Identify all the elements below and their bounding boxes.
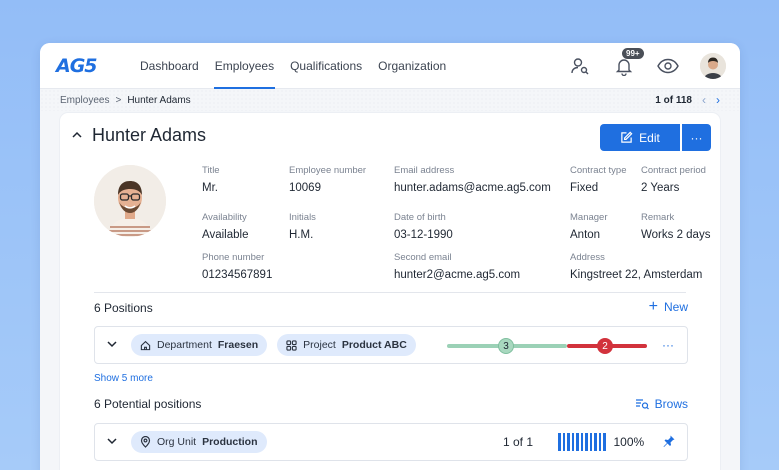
employee-header: Hunter Adams xyxy=(72,125,206,146)
nav-dashboard[interactable]: Dashboard xyxy=(132,43,207,89)
user-avatar[interactable] xyxy=(700,53,726,79)
qualified-count-badge: 3 xyxy=(498,338,514,354)
department-chip[interactable]: Department Fraesen xyxy=(131,334,268,356)
field-date-of-birth: Date of birth 03-12-1990 xyxy=(394,212,453,241)
breadcrumb-root[interactable]: Employees xyxy=(60,95,109,106)
field-contract-period: Contract period 2 Years xyxy=(641,165,706,194)
new-position-button[interactable]: + New xyxy=(648,298,688,315)
top-icons: 99+ xyxy=(568,43,726,89)
potential-positions-title: 6 Potential positions xyxy=(94,397,202,411)
collapse-chevron-icon[interactable] xyxy=(72,130,82,142)
field-title: Title Mr. xyxy=(202,165,220,194)
field-manager: Manager Anton xyxy=(570,212,608,241)
pager-next-icon[interactable]: › xyxy=(716,93,720,107)
top-navigation-bar: AG5 Dashboard Employees Qualifications O… xyxy=(40,43,740,89)
coverage-bars xyxy=(558,433,606,451)
section-divider xyxy=(94,292,686,293)
department-chip-label: Department xyxy=(157,339,212,351)
nav-organization[interactable]: Organization xyxy=(370,43,454,89)
field-address: Address Kingstreet 22, Amsterdam xyxy=(570,252,703,281)
main-nav: Dashboard Employees Qualifications Organ… xyxy=(132,43,454,89)
nav-employees[interactable]: Employees xyxy=(207,43,282,89)
eye-icon[interactable] xyxy=(656,54,680,78)
position-more-button[interactable]: ··· xyxy=(662,338,674,352)
record-pager: 1 of 118 ‹ › xyxy=(655,93,720,107)
field-employee-number: Employee number 10069 xyxy=(289,165,367,194)
department-chip-value: Fraesen xyxy=(217,339,259,351)
employee-card: Hunter Adams Edit ··· Title Mr. Employee… xyxy=(60,113,720,470)
app-logo[interactable]: AG5 xyxy=(56,55,116,77)
missing-count-badge: 2 xyxy=(597,338,613,354)
plus-icon: + xyxy=(648,298,658,315)
candidate-count: 1 of 1 xyxy=(503,435,534,449)
project-chip-label: Project xyxy=(303,339,336,351)
field-email: Email address hunter.adams@acme.ag5.com xyxy=(394,165,551,194)
field-remark: Remark Works 2 days xyxy=(641,212,711,241)
org-unit-chip-value: Production xyxy=(202,436,258,448)
breadcrumb-current: Hunter Adams xyxy=(127,94,191,106)
potential-position-row[interactable]: Org Unit Production 1 of 1 100% xyxy=(94,423,688,461)
app-window: AG5 Dashboard Employees Qualifications O… xyxy=(40,43,740,470)
project-chip[interactable]: Project Product ABC xyxy=(277,334,416,356)
coverage-percent: 100% xyxy=(613,435,645,449)
field-availability: Availability Available xyxy=(202,212,249,241)
user-search-icon[interactable] xyxy=(568,54,592,78)
more-actions-button[interactable]: ··· xyxy=(682,124,711,151)
edit-pencil-icon xyxy=(621,131,633,143)
positions-title: 6 Positions xyxy=(94,301,153,315)
coverage-indicator: 100% xyxy=(558,433,644,451)
project-chip-value: Product ABC xyxy=(341,339,407,351)
show-more-link[interactable]: Show 5 more xyxy=(94,373,153,384)
new-position-label: New xyxy=(663,300,688,314)
edit-button-group: Edit ··· xyxy=(600,124,711,151)
browse-button[interactable]: Brows xyxy=(635,397,688,411)
edit-button-label: Edit xyxy=(639,130,660,145)
expand-chevron-icon[interactable] xyxy=(107,437,121,448)
breadcrumb: Employees > Hunter Adams 1 of 118 ‹ › xyxy=(40,89,740,111)
page-title: Hunter Adams xyxy=(92,125,207,145)
field-contract-type: Contract type Fixed xyxy=(570,165,627,194)
notifications-badge: 99+ xyxy=(622,48,644,59)
browse-label: Brows xyxy=(654,397,688,411)
pager-text: 1 of 118 xyxy=(655,94,692,106)
location-pin-icon xyxy=(140,436,151,448)
notifications-bell-icon[interactable]: 99+ xyxy=(612,48,644,78)
org-unit-chip[interactable]: Org Unit Production xyxy=(131,431,267,453)
field-second-email: Second email hunter2@acme.ag5.com xyxy=(394,252,521,281)
pin-icon[interactable] xyxy=(663,435,675,453)
edit-button[interactable]: Edit xyxy=(600,124,680,151)
expand-chevron-icon[interactable] xyxy=(107,340,121,351)
grid-icon xyxy=(286,339,297,351)
org-unit-chip-label: Org Unit xyxy=(157,436,197,448)
home-icon xyxy=(140,340,151,350)
field-initials: Initials H.M. xyxy=(289,212,316,241)
browse-list-search-icon xyxy=(635,399,649,410)
pager-prev-icon[interactable]: ‹ xyxy=(702,93,706,107)
employee-photo xyxy=(94,165,166,237)
nav-qualifications[interactable]: Qualifications xyxy=(282,43,370,89)
breadcrumb-separator: > xyxy=(115,94,122,106)
field-phone: Phone number 01234567891 xyxy=(202,252,273,281)
position-row[interactable]: Department Fraesen Project Product ABC 3… xyxy=(94,326,688,364)
